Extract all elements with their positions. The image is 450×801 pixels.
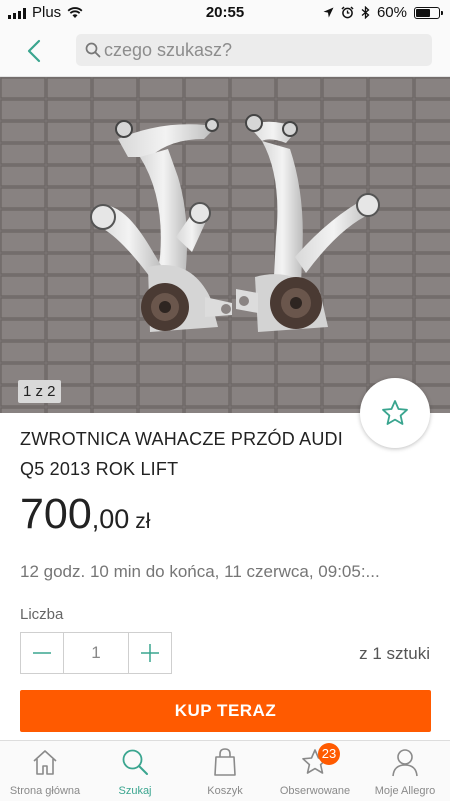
- search-icon: [122, 749, 148, 775]
- tab-home-label: Strona główna: [9, 785, 81, 797]
- photo-counter: 1 z 2: [18, 380, 61, 403]
- listing-photo[interactable]: [0, 77, 450, 413]
- search-box[interactable]: [76, 34, 432, 66]
- tab-home[interactable]: Strona główna: [0, 741, 90, 801]
- tab-my-allegro-label: Moje Allegro: [374, 785, 436, 797]
- status-bar: Plus 20:55 60%: [0, 0, 450, 26]
- price-decimal: ,00: [91, 504, 130, 534]
- search-icon: [85, 42, 101, 58]
- price-integer: 700: [20, 490, 92, 538]
- price-currency: zł: [135, 510, 151, 533]
- quantity-label: Liczba: [20, 606, 64, 623]
- price: 700,00 zł: [20, 490, 150, 539]
- home-icon: [33, 750, 57, 775]
- alarm-icon: [341, 6, 354, 19]
- quantity-available: z 1 sztuki: [359, 644, 430, 663]
- decrement-button[interactable]: [21, 633, 63, 673]
- chevron-left-icon: [27, 39, 41, 63]
- location-icon: [323, 7, 334, 18]
- watch-button[interactable]: [360, 378, 430, 448]
- quantity-input[interactable]: 1: [63, 633, 129, 673]
- user-icon: [392, 749, 418, 777]
- back-button[interactable]: [20, 36, 50, 66]
- buy-now-button[interactable]: KUP TERAZ: [20, 690, 431, 732]
- cart-icon: [214, 748, 236, 776]
- tab-my-allegro[interactable]: Moje Allegro: [360, 741, 450, 801]
- bluetooth-icon: [361, 6, 370, 19]
- tab-search[interactable]: Szukaj: [90, 741, 180, 801]
- auction-time-left: 12 godz. 10 min do końca, 11 czerwca, 09…: [20, 562, 380, 581]
- search-input[interactable]: [104, 34, 422, 66]
- listing-title: ZWROTNICA WAHACZE PRZÓD AUDI Q5 2013 ROK…: [20, 429, 343, 479]
- quantity-stepper: 1: [20, 632, 172, 674]
- tab-cart[interactable]: Koszyk: [180, 741, 270, 801]
- minus-icon: [33, 652, 51, 654]
- increment-button[interactable]: [129, 633, 171, 673]
- product-photo: [0, 77, 450, 413]
- battery-percent: 60%: [376, 4, 407, 21]
- tab-watched[interactable]: 23 Obserwowane: [270, 741, 360, 801]
- search-header: [0, 26, 450, 77]
- tab-search-label: Szukaj: [118, 785, 152, 797]
- watched-count-badge: 23: [318, 743, 340, 765]
- tab-bar: Strona główna Szukaj Koszyk 23 Obserwowa…: [0, 740, 450, 801]
- plus-icon: [141, 644, 159, 662]
- tab-cart-label: Koszyk: [207, 785, 243, 797]
- star-icon: [382, 400, 408, 425]
- status-icons: 60%: [323, 4, 443, 21]
- tab-watched-label: Obserwowane: [279, 785, 351, 797]
- battery-icon: [414, 6, 443, 19]
